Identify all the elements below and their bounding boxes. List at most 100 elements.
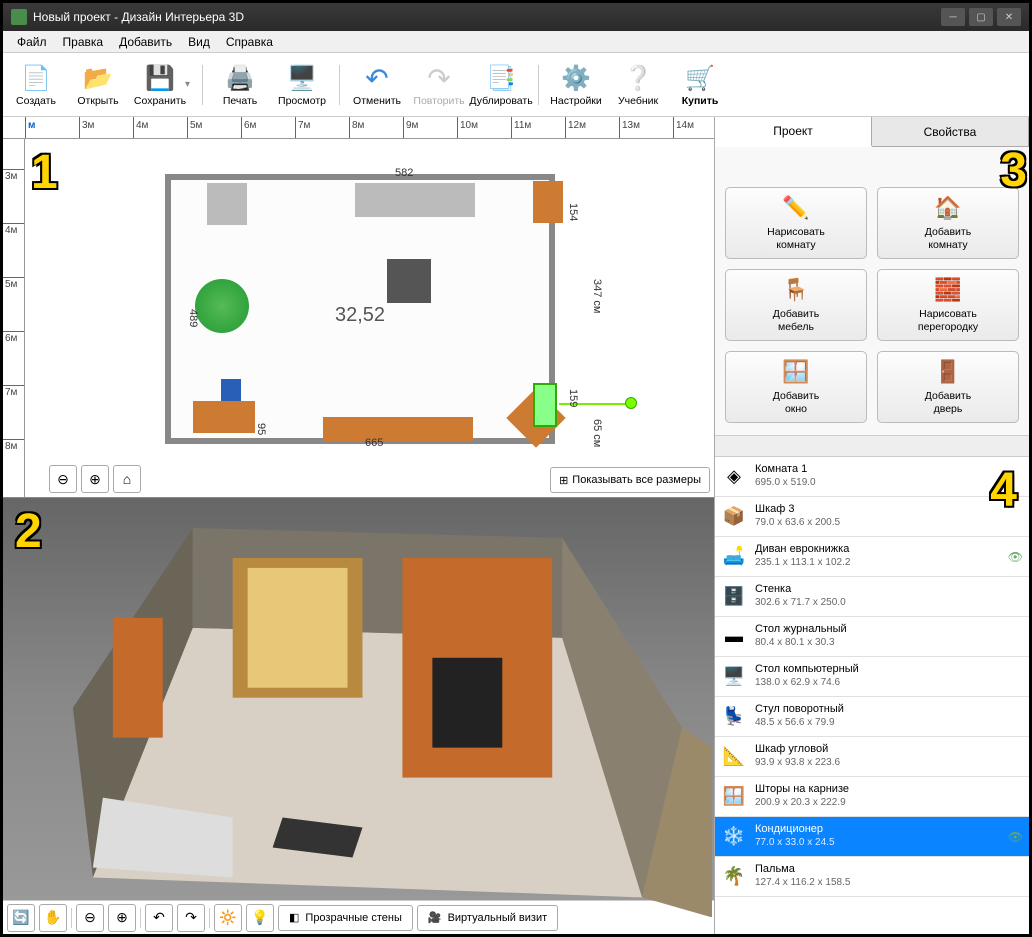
dim-h: 347 см xyxy=(591,279,603,313)
dim-r1: 154 xyxy=(567,203,579,221)
plan-item-table[interactable] xyxy=(387,259,431,303)
object-icon: 🛋️ xyxy=(721,544,747,570)
object-icon: ▬ xyxy=(721,624,747,650)
toolbar-label: Отменить xyxy=(353,95,401,107)
plan-item-cabinet[interactable] xyxy=(533,181,563,223)
menu-0[interactable]: Файл xyxy=(9,32,55,52)
action-дверь[interactable]: 🚪Добавитьдверь xyxy=(877,351,1019,423)
plan-2d-viewport[interactable]: 1 32,52 582 347 см 15 xyxy=(25,139,714,497)
toolbar-Повторить[interactable]: ↷Повторить xyxy=(408,57,470,113)
object-item[interactable]: 🖥️Стол компьютерный138.0 x 62.9 x 74.6 xyxy=(715,657,1029,697)
ruler-h-tick: м xyxy=(25,117,35,138)
plan-zoom-controls: ⊖ ⊕ ⌂ xyxy=(49,465,141,493)
plan-item-wall-unit[interactable] xyxy=(323,417,473,441)
object-item[interactable]: 🌴Пальма127.4 x 116.2 x 158.5 xyxy=(715,857,1029,897)
object-icon: ❄️ xyxy=(721,824,747,850)
object-name: Шкаф угловой xyxy=(755,743,1023,757)
toolbar-Дублировать[interactable]: 📑Дублировать xyxy=(470,57,532,113)
toolbar-Печать[interactable]: 🖨️Печать xyxy=(209,57,271,113)
object-dimensions: 80.4 x 80.1 x 30.3 xyxy=(755,637,1023,650)
dim-b: 665 xyxy=(365,437,383,449)
object-item[interactable]: 📐Шкаф угловой93.9 x 93.8 x 223.6 xyxy=(715,737,1029,777)
ruler-h-tick: 5м xyxy=(187,117,202,138)
minimize-button[interactable]: ─ xyxy=(941,8,965,26)
object-dimensions: 695.0 x 519.0 xyxy=(755,477,1023,490)
ruler-h-tick: 7м xyxy=(295,117,310,138)
object-dimensions: 302.6 x 71.7 x 250.0 xyxy=(755,597,1023,610)
object-item[interactable]: 🛋️Диван еврокнижка235.1 x 113.1 x 102.2👁 xyxy=(715,537,1029,577)
scene-3d xyxy=(3,498,714,917)
annotation-1: 1 xyxy=(31,145,58,200)
object-item[interactable]: ❄️Кондиционер77.0 x 33.0 x 24.5👁 xyxy=(715,817,1029,857)
maximize-button[interactable]: ▢ xyxy=(969,8,993,26)
object-dimensions: 77.0 x 33.0 x 24.5 xyxy=(755,837,1000,850)
object-name: Шторы на карнизе xyxy=(755,783,1023,797)
object-item[interactable]: ◈Комната 1695.0 x 519.0 xyxy=(715,457,1029,497)
action-комнату[interactable]: 🏠Добавитькомнату xyxy=(877,187,1019,259)
object-item[interactable]: 📦Шкаф 379.0 x 63.6 x 200.5 xyxy=(715,497,1029,537)
zoom-in-button[interactable]: ⊕ xyxy=(81,465,109,493)
objects-header xyxy=(715,435,1029,457)
action-icon: 🪟 xyxy=(782,358,810,386)
object-item[interactable]: 🗄️Стенка302.6 x 71.7 x 250.0 xyxy=(715,577,1029,617)
window-title: Новый проект - Дизайн Интерьера 3D xyxy=(33,10,244,24)
toolbar-Создать[interactable]: 📄Создать xyxy=(5,57,67,113)
action-мебель[interactable]: 🪑Добавитьмебель xyxy=(725,269,867,341)
project-actions: 3 ✏️Нарисоватькомнату🏠Добавитькомнату🪑До… xyxy=(715,147,1029,435)
action-перегородку[interactable]: 🧱Нарисоватьперегородку xyxy=(877,269,1019,341)
menu-4[interactable]: Справка xyxy=(218,32,281,52)
object-name: Стенка xyxy=(755,583,1023,597)
ruler-v-tick: 8м xyxy=(3,439,24,452)
dim-l1: 489 xyxy=(187,309,199,327)
plan-item-door[interactable] xyxy=(207,183,247,225)
plan-item-plant[interactable] xyxy=(195,279,249,333)
toolbar-label: Создать xyxy=(16,95,56,107)
object-name: Шкаф 3 xyxy=(755,503,1023,517)
object-name: Комната 1 xyxy=(755,463,1023,477)
toolbar-Настройки[interactable]: ⚙️Настройки xyxy=(545,57,607,113)
close-button[interactable]: ✕ xyxy=(997,8,1021,26)
toolbar-label: Дублировать xyxy=(469,95,532,107)
view-3d-viewport[interactable]: 2 xyxy=(3,497,714,900)
object-icon: 🌴 xyxy=(721,864,747,890)
toolbar-label: Печать xyxy=(223,95,257,107)
plan-item-ac-selected[interactable] xyxy=(533,383,557,427)
visibility-icon[interactable]: 👁 xyxy=(1008,830,1023,844)
toolbar-Просмотр[interactable]: 🖥️Просмотр xyxy=(271,57,333,113)
ruler-h-tick: 9м xyxy=(403,117,418,138)
home-button[interactable]: ⌂ xyxy=(113,465,141,493)
ruler-v-tick: 4м xyxy=(3,223,24,236)
toolbar-Сохранить[interactable]: 💾Сохранить xyxy=(129,57,191,113)
toolbar-label: Настройки xyxy=(550,95,602,107)
zoom-out-button[interactable]: ⊖ xyxy=(49,465,77,493)
action-комнату[interactable]: ✏️Нарисоватькомнату xyxy=(725,187,867,259)
action-окно[interactable]: 🪟Добавитьокно xyxy=(725,351,867,423)
toolbar-Открыть[interactable]: 📂Открыть xyxy=(67,57,129,113)
ruler-h-tick: 10м xyxy=(457,117,478,138)
plan-item-chair[interactable] xyxy=(221,379,241,401)
plan-item-desk[interactable] xyxy=(193,401,255,433)
toolbar-label: Открыть xyxy=(77,95,118,107)
ruler-h-tick: 8м xyxy=(349,117,364,138)
tab-properties[interactable]: Свойства xyxy=(872,117,1029,146)
action-icon: ✏️ xyxy=(782,194,810,222)
plan-item-sofa[interactable] xyxy=(355,183,475,217)
menu-2[interactable]: Добавить xyxy=(111,32,180,52)
toolbar-Учебник[interactable]: ❔Учебник xyxy=(607,57,669,113)
menu-1[interactable]: Правка xyxy=(55,32,112,52)
menu-3[interactable]: Вид xyxy=(180,32,218,52)
toolbar-Отменить[interactable]: ↶Отменить xyxy=(346,57,408,113)
show-dimensions-toggle[interactable]: ⊞ Показывать все размеры xyxy=(550,467,710,493)
toolbar-Купить[interactable]: 🛒Купить xyxy=(669,57,731,113)
toolbar-icon: 💾 xyxy=(144,63,176,95)
rotate-handle-icon[interactable] xyxy=(625,397,637,409)
object-item[interactable]: 💺Стул поворотный48.5 x 56.6 x 79.9 xyxy=(715,697,1029,737)
object-item[interactable]: 🪟Шторы на карнизе200.9 x 20.3 x 222.9 xyxy=(715,777,1029,817)
object-item[interactable]: ▬Стол журнальный80.4 x 80.1 x 30.3 xyxy=(715,617,1029,657)
toolbar-icon: ↶ xyxy=(361,63,393,95)
tab-project[interactable]: Проект xyxy=(715,117,872,147)
show-dims-label: Показывать все размеры xyxy=(572,474,701,486)
visibility-icon[interactable]: 👁 xyxy=(1008,550,1023,564)
ruler-h-tick: 13м xyxy=(619,117,640,138)
object-dimensions: 48.5 x 56.6 x 79.9 xyxy=(755,717,1023,730)
